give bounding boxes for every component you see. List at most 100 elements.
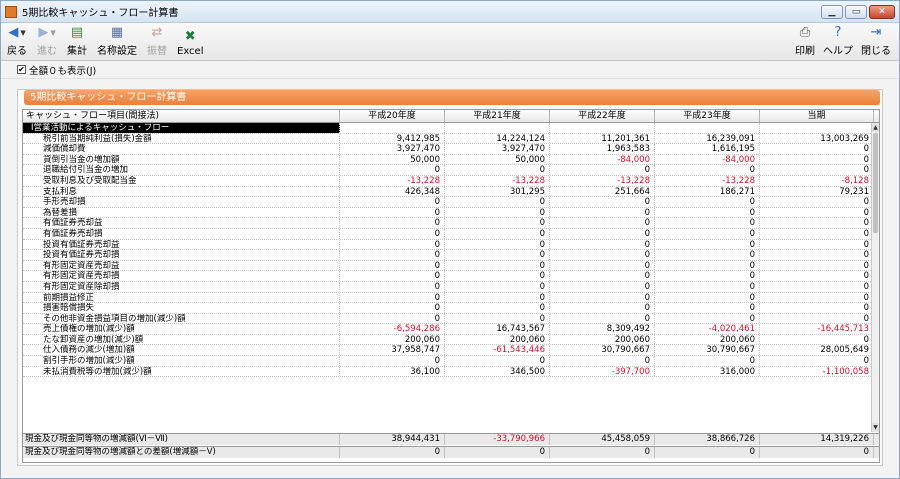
row-value: 0 — [340, 281, 445, 292]
table-row[interactable]: 受取利息及び受取配当金 -13,228 -13,228 -13,228 -13,228-… — [23, 175, 879, 187]
row-value: 0 — [340, 207, 445, 218]
table-row[interactable]: たな卸資産の増加(減少)額 200,060 200,060 200,060 200,06… — [23, 334, 879, 346]
header-period[interactable]: 平成21年度 — [445, 110, 550, 122]
table-row[interactable]: 仕入債務の減少(増加)額 37,958,747 -61,543,446 30,790,… — [23, 345, 879, 357]
switch-button[interactable]: ⇄ 振替 — [147, 25, 167, 57]
excel-button[interactable]: ✖ Excel — [177, 29, 204, 57]
row-label: 有価証券売却損 — [23, 228, 340, 239]
row-value: -13,228 — [445, 175, 550, 186]
row-value: 0 — [760, 356, 874, 366]
row-value: 30,790,667 — [550, 345, 655, 356]
title-bar: 5期比較キャッシュ・フロー計算書 ▁ ▭ ✕ — [1, 1, 899, 23]
row-value: 0 — [445, 228, 550, 239]
row-value: 1,963,583 — [550, 144, 655, 154]
row-value: 0 — [655, 250, 760, 260]
header-period[interactable]: 当期 — [760, 110, 874, 122]
row-value: 200,060 — [445, 334, 550, 345]
table-row[interactable]: 有形固定資産売却益 0 0 0 0 0 — [23, 260, 879, 272]
row-value: 0 — [445, 250, 550, 260]
table-row[interactable]: 損害賠償損失 0 0 0 0 0 — [23, 303, 879, 314]
show-all-checkbox[interactable]: ✔ — [17, 65, 26, 74]
row-value: 0 — [340, 313, 445, 324]
table-row[interactable]: 手形売却損 0 0 0 0 0 — [23, 197, 879, 208]
forward-button[interactable]: ▶ ▼ 進む — [37, 25, 57, 57]
forward-label: 進む — [37, 46, 57, 57]
row-value: 0 — [340, 292, 445, 303]
toolbar-right: ⎙ 印刷 ? ヘルプ ⇥ 閉じる — [787, 25, 891, 57]
aggregate-button[interactable]: ▤ 集計 — [67, 25, 87, 57]
row-value: 0 — [655, 303, 760, 313]
table-row[interactable]: 税引前当期純利益(損失)金額 9,412,985 14,224,124 11,201,… — [23, 133, 879, 145]
close-window-button[interactable]: ✕ — [869, 4, 895, 19]
row-label: 手形売却損 — [23, 197, 340, 207]
row-label: 有形固定資産除却損 — [23, 281, 340, 292]
table-row[interactable]: 貸倒引当金の増加額 50,000 50,000 -84,000 -84,000 0 — [23, 154, 879, 166]
table-row[interactable]: 有形固定資産売却損 0 0 0 0 0 — [23, 271, 879, 282]
close-button[interactable]: ⇥ 閉じる — [861, 25, 891, 57]
row-value: 0 — [340, 260, 445, 271]
vertical-scrollbar[interactable]: ▲ ▼ — [871, 123, 879, 432]
table-row[interactable]: 為替差損 0 0 0 0 0 — [23, 207, 879, 219]
row-value: -13,228 — [550, 175, 655, 186]
row-value: 0 — [550, 197, 655, 207]
help-button[interactable]: ? ヘルプ — [823, 25, 853, 57]
row-label: 投資有価証券売却益 — [23, 239, 340, 250]
row-value: 0 — [655, 239, 760, 250]
row-value: 0 — [550, 292, 655, 303]
row-value: 0 — [445, 165, 550, 175]
table-row[interactable]: 退職給付引当金の増加 0 0 0 0 0 — [23, 165, 879, 176]
table-row[interactable]: 減価償却費 3,927,470 3,927,470 1,963,583 1,616,19… — [23, 144, 879, 155]
footer-value: -33,790,966 — [445, 434, 550, 445]
name-settings-button[interactable]: ▦ 名称設定 — [97, 25, 137, 57]
header-period[interactable]: 平成23年度 — [655, 110, 760, 122]
back-button[interactable]: ◀ ▼ 戻る — [7, 25, 27, 57]
scroll-thumb[interactable] — [873, 133, 878, 233]
table-row[interactable]: 有形固定資産除却損 0 0 0 0 0 — [23, 281, 879, 293]
row-value: 0 — [550, 260, 655, 271]
row-value: 0 — [760, 165, 874, 175]
footer-value: 0 — [340, 447, 445, 458]
footer-value: 0 — [445, 447, 550, 458]
header-item[interactable]: キャッシュ・フロー項目(間接法) — [23, 110, 340, 122]
show-all-label: 全額０も表示(J) — [29, 65, 97, 77]
minimize-button[interactable]: ▁ — [821, 4, 843, 19]
header-period[interactable]: 平成20年度 — [340, 110, 445, 122]
table-row[interactable]: 割引手形の増加(減少)額 0 0 0 0 0 — [23, 356, 879, 367]
row-value: 8,309,492 — [550, 324, 655, 334]
row-value: 0 — [550, 207, 655, 218]
table-row[interactable]: 未払消費税等の増加(減少)額 36,100 346,500 -397,700 316,0… — [23, 366, 879, 378]
row-label: 割引手形の増加(減少)額 — [23, 356, 340, 366]
report-panel: 5期比較キャッシュ・フロー計算書 キャッシュ・フロー項目(間接法) 平成20年度平… — [17, 89, 883, 466]
row-value: -16,445,713 — [760, 324, 874, 334]
row-value: 200,060 — [655, 334, 760, 345]
table-row[interactable]: 売上債権の増加(減少)額 -6,594,286 16,743,567 8,309,49… — [23, 324, 879, 335]
row-value: 426,348 — [340, 186, 445, 197]
row-value: 14,224,124 — [445, 133, 550, 144]
table-row[interactable]: 投資有価証券売却損 0 0 0 0 0 — [23, 250, 879, 261]
grid-body: Ⅰ営業活動によるキャッシュ・フロー 税引前当期純利益(損失)金額 9,412,985… — [23, 123, 879, 432]
table-row[interactable]: 有価証券売却損 0 0 0 0 0 — [23, 228, 879, 240]
row-label: 有形固定資産売却益 — [23, 260, 340, 271]
table-row[interactable]: その他非資金損益項目の増加(減少)額 0 0 0 0 0 — [23, 313, 879, 325]
print-button[interactable]: ⎙ 印刷 — [795, 25, 815, 57]
row-value: 0 — [655, 260, 760, 271]
footer-value: 38,866,726 — [655, 434, 760, 445]
scroll-down-icon[interactable]: ▼ — [872, 423, 879, 432]
row-label: 為替差損 — [23, 207, 340, 218]
maximize-button[interactable]: ▭ — [845, 4, 867, 19]
table-row[interactable]: 有価証券売却益 0 0 0 0 0 — [23, 218, 879, 229]
row-value: 16,743,567 — [445, 324, 550, 334]
row-value: -1,100,058 — [760, 366, 874, 377]
row-value: -8,128 — [760, 175, 874, 186]
table-row[interactable]: 投資有価証券売却益 0 0 0 0 0 — [23, 239, 879, 251]
header-period[interactable]: 平成22年度 — [550, 110, 655, 122]
scroll-up-icon[interactable]: ▲ — [872, 123, 879, 132]
table-row[interactable]: 支払利息 426,348 301,295 251,664 186,271 79,231 — [23, 186, 879, 198]
table-row[interactable]: 前期損益修正 0 0 0 0 0 — [23, 292, 879, 304]
row-value: 200,060 — [340, 334, 445, 345]
section-cell — [550, 123, 655, 133]
row-value: 0 — [760, 154, 874, 165]
switch-icon: ⇄ — [151, 25, 163, 40]
row-value: 0 — [655, 271, 760, 281]
row-label: 損害賠償損失 — [23, 303, 340, 313]
